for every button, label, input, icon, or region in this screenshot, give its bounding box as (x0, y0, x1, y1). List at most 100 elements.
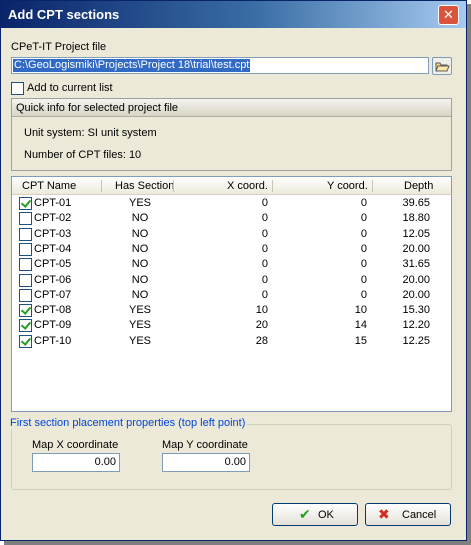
cell-x-coord: 0 (261, 212, 268, 225)
table-row[interactable]: CPT-07 NO 0 0 20.00 (12, 288, 451, 303)
table-row[interactable]: CPT-01 YES 0 0 39.65 (12, 196, 451, 211)
cell-depth: 39.65 (402, 197, 430, 209)
cell-y-coord: 10 (354, 304, 367, 317)
cell-cpt-name: CPT-04 (34, 242, 72, 255)
project-file-path: C:\GeoLogismiki\Projects\Project 18\tria… (13, 59, 251, 72)
row-checkbox[interactable] (19, 304, 32, 318)
column-header-has-section[interactable]: Has Section (115, 180, 174, 192)
cell-y-coord: 14 (354, 319, 367, 332)
column-divider[interactable] (173, 180, 174, 192)
cell-has-section: NO (131, 258, 149, 271)
cell-has-section: NO (131, 288, 149, 301)
cell-cpt-name: CPT-02 (34, 212, 72, 225)
cell-cpt-name: CPT-01 (34, 197, 72, 209)
cell-x-coord: 0 (261, 273, 268, 286)
table-row[interactable]: CPT-09 YES 20 14 12.20 (12, 318, 451, 333)
cell-has-section: YES (128, 197, 151, 209)
cell-depth: 20.00 (402, 242, 430, 255)
check-icon: ✔ (299, 506, 311, 522)
quick-info-header: Quick info for selected project file (12, 99, 451, 117)
row-checkbox[interactable] (19, 212, 32, 226)
column-header-cpt-name[interactable]: CPT Name (22, 180, 76, 192)
cell-x-coord: 28 (255, 334, 268, 347)
table-row[interactable]: CPT-05 NO 0 0 31.65 (12, 257, 451, 272)
ok-button[interactable]: ✔ OK (272, 503, 358, 526)
dialog-title: Add CPT sections (8, 7, 120, 22)
table-row[interactable]: CPT-10 YES 28 15 12.25 (12, 334, 451, 349)
cell-x-coord: 10 (255, 304, 268, 317)
title-bar[interactable]: Add CPT sections ✕ (1, 1, 466, 28)
add-to-list-label: Add to current list (27, 82, 113, 94)
column-divider[interactable] (372, 180, 373, 192)
cell-x-coord: 0 (261, 227, 268, 240)
cell-has-section: YES (128, 304, 151, 317)
placement-group-title: First section placement properties (top … (8, 417, 248, 429)
map-x-input[interactable]: 0.00 (32, 453, 120, 472)
cell-has-section: NO (131, 212, 149, 225)
row-checkbox[interactable] (19, 242, 32, 256)
table-row[interactable]: CPT-02 NO 0 0 18.80 (12, 211, 451, 226)
cell-x-coord: 0 (261, 197, 268, 209)
project-file-input[interactable]: C:\GeoLogismiki\Projects\Project 18\tria… (11, 57, 429, 74)
cancel-button-label: Cancel (402, 509, 437, 521)
cell-depth: 12.25 (402, 334, 430, 347)
cpt-table: CPT Name Has Section X coord. Y coord. D… (11, 176, 452, 412)
cell-y-coord: 0 (360, 197, 367, 209)
cell-cpt-name: CPT-07 (34, 288, 72, 301)
column-header-x-coord[interactable]: X coord. (227, 180, 268, 192)
cell-x-coord: 0 (261, 258, 268, 271)
add-to-list-checkbox[interactable] (11, 82, 24, 95)
project-file-label: CPeT-IT Project file (11, 41, 107, 53)
window-shadow-bottom (4, 541, 471, 545)
cancel-button[interactable]: ✖ Cancel (365, 503, 451, 526)
cell-y-coord: 15 (354, 334, 367, 347)
cell-depth: 18.80 (402, 212, 430, 225)
cell-x-coord: 20 (255, 319, 268, 332)
quick-info-panel: Quick info for selected project file Uni… (11, 98, 452, 171)
row-checkbox[interactable] (19, 273, 32, 287)
cell-has-section: NO (131, 227, 149, 240)
cell-has-section: YES (128, 319, 151, 332)
cell-has-section: NO (131, 273, 149, 286)
cell-y-coord: 0 (360, 227, 367, 240)
cell-y-coord: 0 (360, 258, 367, 271)
browse-button[interactable] (432, 57, 452, 75)
table-row[interactable]: CPT-04 NO 0 0 20.00 (12, 242, 451, 257)
unit-system-text: Unit system: SI unit system (24, 127, 157, 139)
table-row[interactable]: CPT-03 NO 0 0 12.05 (12, 227, 451, 242)
row-checkbox[interactable] (19, 258, 32, 272)
map-y-label: Map Y coordinate (162, 439, 248, 451)
table-row[interactable]: CPT-08 YES 10 10 15.30 (12, 303, 451, 318)
open-folder-icon (435, 62, 450, 72)
cell-depth: 20.00 (402, 288, 430, 301)
map-x-label: Map X coordinate (32, 439, 119, 451)
close-icon[interactable]: ✕ (438, 5, 459, 25)
column-header-depth[interactable]: Depth (404, 180, 433, 192)
cell-has-section: NO (131, 242, 149, 255)
row-checkbox[interactable] (19, 227, 32, 241)
cpt-table-header: CPT Name Has Section X coord. Y coord. D… (12, 177, 451, 195)
column-divider[interactable] (101, 180, 102, 192)
cell-has-section: YES (128, 334, 151, 347)
quick-info-title: Quick info for selected project file (16, 102, 179, 114)
window-shadow-right (467, 4, 471, 545)
row-checkbox[interactable] (19, 288, 32, 302)
cell-depth: 31.65 (402, 258, 430, 271)
cell-y-coord: 0 (360, 242, 367, 255)
add-cpt-sections-dialog: Add CPT sections ✕ CPeT-IT Project file … (0, 0, 467, 541)
map-y-input[interactable]: 0.00 (162, 453, 250, 472)
cell-y-coord: 0 (360, 288, 367, 301)
table-row[interactable]: CPT-06 NO 0 0 20.00 (12, 273, 451, 288)
cell-cpt-name: CPT-09 (34, 319, 72, 332)
cell-depth: 12.20 (402, 319, 430, 332)
row-checkbox[interactable] (19, 334, 32, 348)
cell-cpt-name: CPT-06 (34, 273, 72, 286)
cell-y-coord: 0 (360, 212, 367, 225)
ok-button-label: OK (318, 509, 334, 521)
row-checkbox[interactable] (19, 197, 32, 210)
column-divider[interactable] (272, 180, 273, 192)
row-checkbox[interactable] (19, 319, 32, 333)
column-header-y-coord[interactable]: Y coord. (327, 180, 368, 192)
cell-cpt-name: CPT-08 (34, 304, 72, 317)
cell-y-coord: 0 (360, 273, 367, 286)
